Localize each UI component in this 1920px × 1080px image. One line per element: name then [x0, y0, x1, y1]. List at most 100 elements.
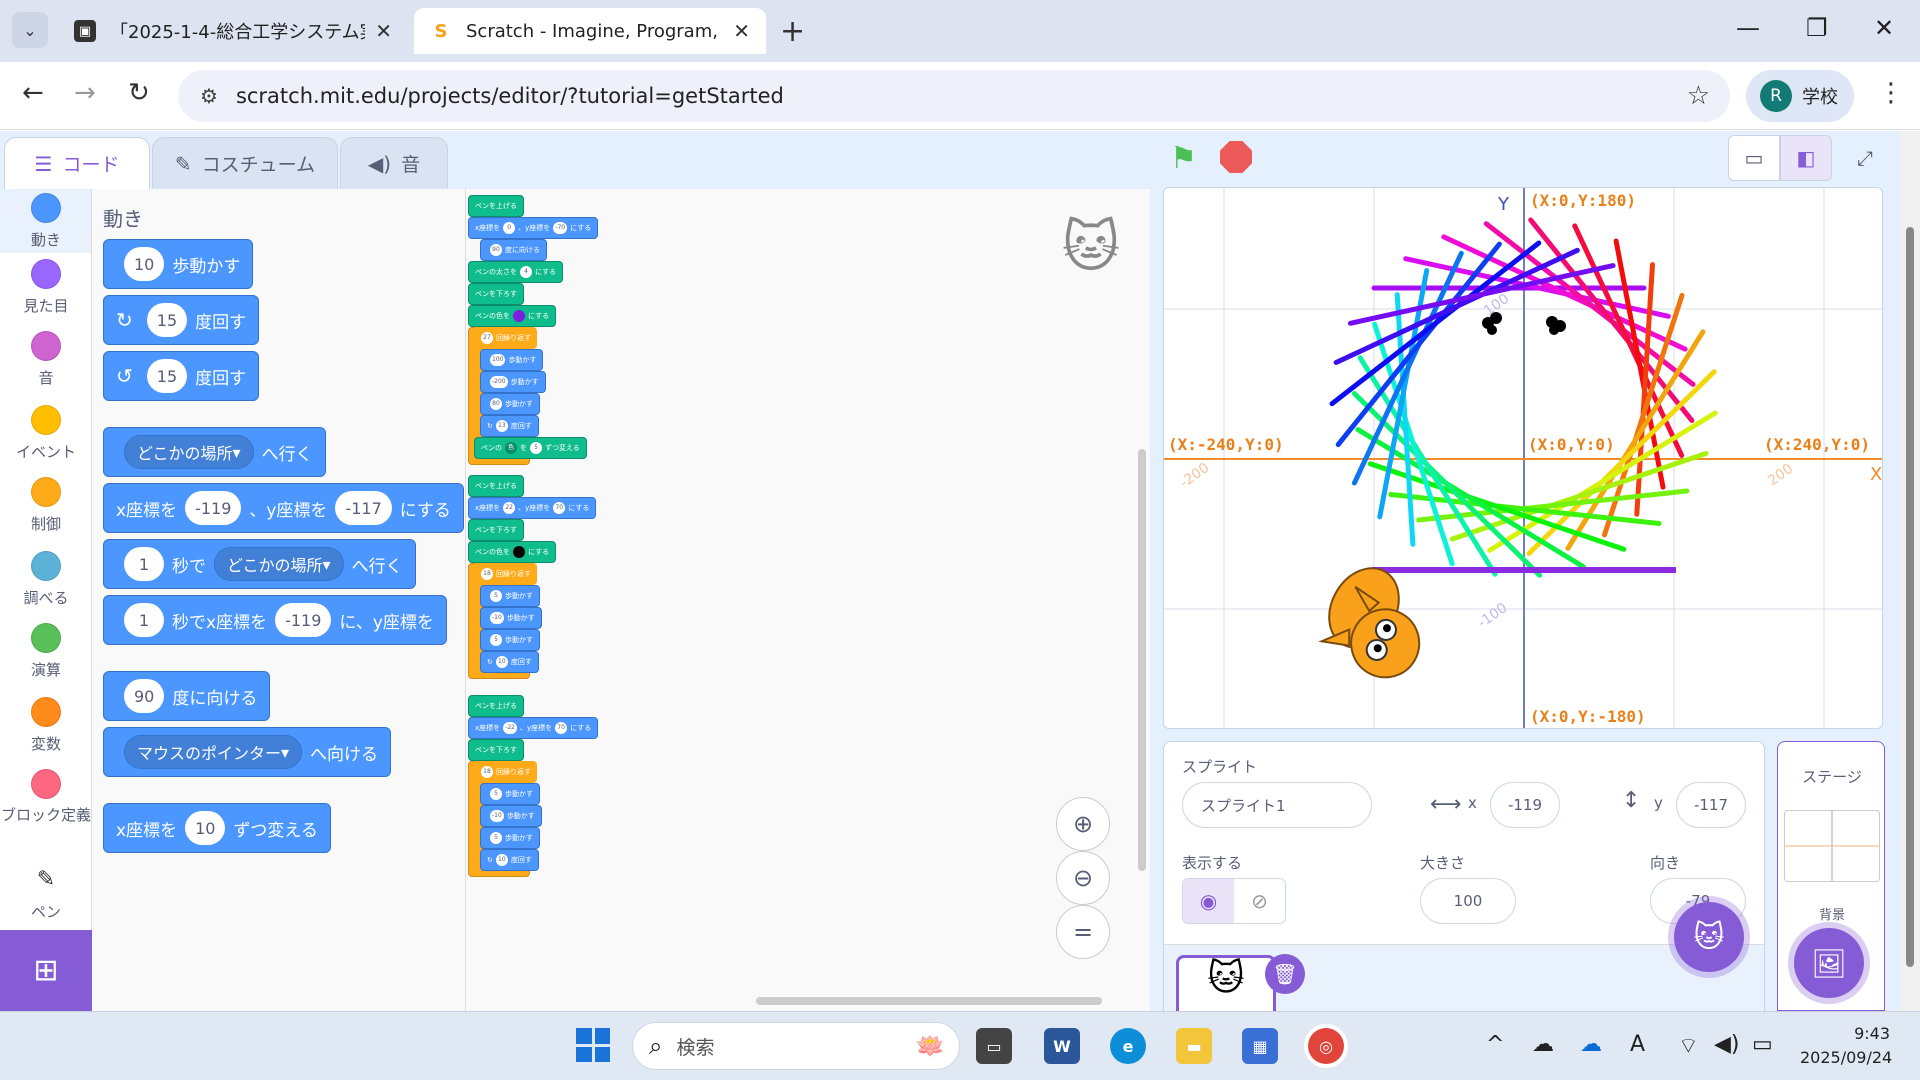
- block-turn-right[interactable]: ↻ 15 度回す: [103, 295, 260, 345]
- reload-icon[interactable]: ↻: [128, 78, 150, 108]
- block-move-steps[interactable]: -10 歩動かす: [480, 607, 542, 629]
- category-sensing[interactable]: 調べる: [0, 551, 91, 608]
- block-turn-right[interactable]: ↻ 13 度回す: [480, 415, 539, 437]
- block-pen-color[interactable]: ペンの色を にする: [468, 305, 557, 327]
- block-turn-left[interactable]: ↺ 15 度回す: [103, 351, 260, 401]
- block-change-pen-color[interactable]: ペンの色を 5 ずつ変える: [474, 437, 587, 459]
- category-operators[interactable]: 演算: [0, 623, 91, 680]
- block-input[interactable]: -22: [503, 722, 517, 734]
- block-move-steps[interactable]: 5 歩動かす: [480, 783, 540, 805]
- taskbar-search[interactable]: ⌕ 検索 🪷: [632, 1022, 960, 1070]
- show-eye-icon[interactable]: ◉: [1183, 879, 1234, 923]
- category-events[interactable]: イベント: [0, 405, 91, 462]
- stage-canvas[interactable]: Y X (X:0,Y:180) (X:-240,Y:0) (X:0,Y:0) (…: [1163, 187, 1883, 729]
- category-looks[interactable]: 見た目: [0, 259, 91, 316]
- site-info-icon[interactable]: ⚙: [200, 84, 218, 108]
- color-swatch[interactable]: [513, 310, 525, 322]
- block-goto-xy[interactable]: x座標を 0 、y座標を -70 にする: [468, 217, 599, 239]
- delete-sprite-icon[interactable]: 🗑: [1265, 954, 1305, 994]
- block-input[interactable]: 100: [490, 354, 506, 366]
- block-input[interactable]: 90: [124, 679, 165, 713]
- task-view-icon[interactable]: ▭: [976, 1028, 1012, 1064]
- tab-search-menu-button[interactable]: ⌄: [12, 12, 48, 48]
- block-input[interactable]: -10: [490, 612, 504, 624]
- ime-icon[interactable]: A: [1630, 1032, 1645, 1057]
- wifi-icon[interactable]: ⌔: [1678, 1032, 1699, 1060]
- new-tab-button[interactable]: +: [780, 14, 805, 49]
- block-turn-right[interactable]: ↻ 10 度回す: [480, 651, 539, 673]
- file-explorer-icon[interactable]: ▬: [1176, 1028, 1212, 1064]
- y-input[interactable]: -117: [1676, 782, 1746, 828]
- normal-stage-button[interactable]: ◧: [1780, 135, 1832, 181]
- block-pen-down[interactable]: ペンを下ろす: [468, 283, 524, 305]
- scroll-thumb[interactable]: [1906, 227, 1914, 967]
- start-windows-icon[interactable]: [576, 1028, 610, 1062]
- zoom-out-button[interactable]: ⊖: [1056, 851, 1110, 905]
- profile-button[interactable]: R 学校: [1746, 70, 1854, 122]
- fullscreen-icon[interactable]: ⤢: [1842, 135, 1888, 181]
- green-flag-icon[interactable]: ⚑: [1170, 141, 1197, 176]
- store-icon[interactable]: ▦: [1242, 1028, 1278, 1064]
- size-input[interactable]: 100: [1420, 878, 1516, 924]
- block-turn-right[interactable]: ↻ 10 度回す: [480, 849, 539, 871]
- block-input[interactable]: 1: [124, 547, 164, 581]
- block-input[interactable]: 27: [481, 332, 493, 344]
- block-input[interactable]: -119: [185, 491, 242, 525]
- block-goto[interactable]: どこかの場所 へ行く: [103, 427, 326, 477]
- block-input[interactable]: 0: [503, 222, 516, 234]
- block-move-steps[interactable]: -10 歩動かす: [480, 805, 542, 827]
- forward-arrow-icon[interactable]: →: [74, 78, 96, 108]
- page-scrollbar[interactable]: [1900, 131, 1920, 1011]
- category-my-blocks[interactable]: ブロック定義: [0, 769, 91, 825]
- block-input[interactable]: 70: [553, 502, 566, 514]
- block-pen-up[interactable]: ペンを上げる: [468, 195, 524, 217]
- block-move-steps[interactable]: 5 歩動かす: [480, 827, 540, 849]
- block-input[interactable]: -70: [553, 222, 568, 234]
- block-input[interactable]: 22: [503, 502, 516, 514]
- volume-icon[interactable]: ◀): [1714, 1032, 1740, 1057]
- block-pen-size[interactable]: ペンの太さを 4 にする: [468, 261, 564, 283]
- onedrive-icon[interactable]: ☁: [1580, 1032, 1602, 1057]
- block-pen-down[interactable]: ペンを下ろす: [468, 739, 524, 761]
- block-input[interactable]: 90: [490, 244, 502, 256]
- block-glide-xy[interactable]: 1 秒でx座標を -119 に、y座標を: [103, 595, 447, 645]
- block-pen-up[interactable]: ペンを上げる: [468, 695, 524, 717]
- block-move-steps[interactable]: 80 歩動かす: [480, 393, 540, 415]
- chrome-icon[interactable]: ◎: [1308, 1028, 1344, 1064]
- block-point-towards[interactable]: マウスのポインター へ向ける: [103, 727, 392, 777]
- cat-sprite[interactable]: [1309, 556, 1445, 690]
- block-input[interactable]: 5: [490, 832, 502, 844]
- block-pen-up[interactable]: ペンを上げる: [468, 475, 524, 497]
- tab-costume[interactable]: ✎ コスチューム: [152, 137, 338, 189]
- add-sprite-button[interactable]: 🐱: [1674, 902, 1744, 972]
- restore-button[interactable]: ❐: [1806, 14, 1828, 42]
- back-arrow-icon[interactable]: ←: [22, 78, 44, 108]
- sprite-name-input[interactable]: スプライト1: [1182, 782, 1372, 828]
- block-input[interactable]: -10: [490, 810, 504, 822]
- close-window-button[interactable]: ✕: [1874, 14, 1894, 42]
- block-input[interactable]: -117: [335, 491, 392, 525]
- category-sound[interactable]: 音: [0, 331, 91, 388]
- block-goto-xy[interactable]: x座標を 22 、y座標を 70 にする: [468, 497, 597, 519]
- zoom-reset-button[interactable]: =: [1056, 905, 1110, 959]
- block-point-direction[interactable]: 90 度に向ける: [103, 671, 271, 721]
- block-move-steps[interactable]: -200 歩動かす: [480, 371, 546, 393]
- block-input[interactable]: 5: [490, 634, 502, 646]
- hide-eye-icon[interactable]: ⊘: [1234, 879, 1285, 923]
- block-input[interactable]: 10: [185, 811, 226, 845]
- block-move-steps[interactable]: 10 歩動かす: [103, 239, 254, 289]
- block-input[interactable]: 15: [146, 359, 188, 393]
- block-input[interactable]: 10: [124, 247, 165, 281]
- block-dropdown[interactable]: 色: [505, 442, 517, 454]
- block-dropdown[interactable]: どこかの場所: [214, 547, 344, 581]
- chevron-up-icon[interactable]: ^: [1486, 1032, 1504, 1057]
- block-input[interactable]: 5: [490, 590, 502, 602]
- category-control[interactable]: 制御: [0, 477, 91, 534]
- block-input[interactable]: 18: [481, 766, 493, 778]
- block-move-steps[interactable]: 5 歩動かす: [480, 585, 540, 607]
- block-glide[interactable]: 1 秒で どこかの場所 へ行く: [103, 539, 416, 589]
- tab-sound[interactable]: ◀) 音: [340, 137, 448, 189]
- block-dropdown[interactable]: マウスのポインター: [124, 735, 303, 769]
- minimize-button[interactable]: —: [1736, 14, 1760, 42]
- block-input[interactable]: 70: [555, 722, 568, 734]
